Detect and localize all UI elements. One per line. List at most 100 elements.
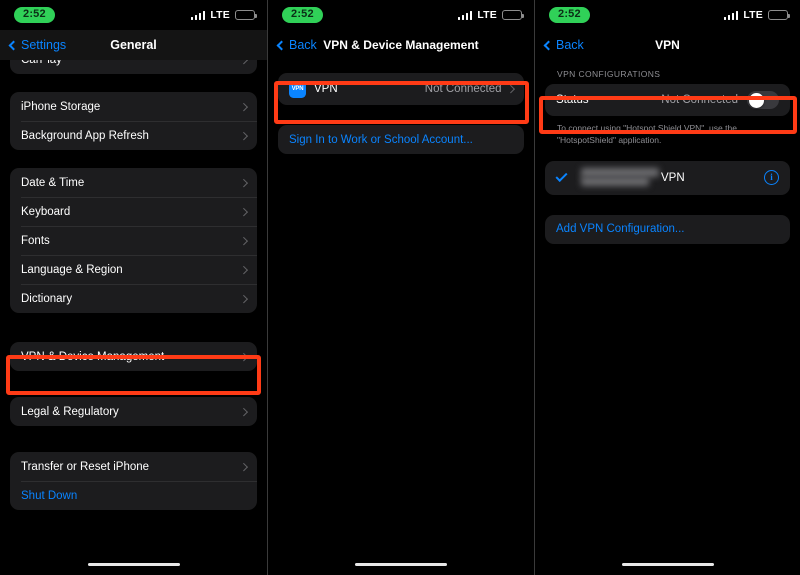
chevron-right-icon	[239, 352, 248, 361]
status-indicators: LTE	[723, 9, 790, 21]
row-status: Status Not Connected	[545, 84, 790, 116]
chevron-right-icon	[239, 178, 248, 187]
row-label: VPN	[314, 83, 338, 95]
partial-row-container: CarPlay	[10, 60, 257, 74]
redacted-config-name: VPN	[581, 167, 764, 188]
three-phone-screenshots: 2:52 LTE Settings General CarPlay	[0, 0, 800, 575]
screen-general-settings: 2:52 LTE Settings General CarPlay	[0, 0, 267, 575]
carrier-label: LTE	[743, 9, 763, 21]
status-time-pill: 2:52	[14, 7, 55, 23]
chevron-right-icon	[239, 102, 248, 111]
battery-low-power-icon	[502, 9, 524, 21]
row-vpn-configuration[interactable]: VPN i	[545, 161, 790, 195]
row-fonts[interactable]: Fonts	[10, 226, 257, 255]
chevron-right-icon	[239, 236, 248, 245]
row-language-region[interactable]: Language & Region	[10, 255, 257, 284]
battery-low-power-icon	[768, 9, 790, 21]
row-sign-in-work-school[interactable]: Sign In to Work or School Account...	[278, 125, 524, 154]
back-button-label: Settings	[21, 38, 67, 52]
row-label: Transfer or Reset iPhone	[21, 460, 150, 473]
screen-vpn: 2:52 LTE Back VPN VPN CONFIGURATIONS Sta…	[534, 0, 800, 575]
config-name-suffix: VPN	[661, 171, 685, 184]
status-time-pill: 2:52	[282, 7, 323, 23]
group-storage: iPhone Storage Background App Refresh	[10, 92, 257, 150]
row-date-time[interactable]: Date & Time	[10, 168, 257, 197]
status-bar: 2:52 LTE	[0, 0, 267, 30]
home-indicator	[355, 562, 447, 566]
status-bar: 2:52 LTE	[535, 0, 800, 30]
status-time-pill: 2:52	[549, 7, 590, 23]
row-label: VPN & Device Management	[21, 350, 165, 363]
chevron-right-icon	[239, 207, 248, 216]
toggle-knob	[748, 92, 764, 108]
row-label: Keyboard	[21, 205, 71, 218]
row-label: Language & Region	[21, 263, 123, 276]
battery-low-power-icon	[235, 9, 257, 21]
row-label: Legal & Regulatory	[21, 405, 119, 418]
group-carplay: CarPlay	[10, 60, 257, 74]
group-reset: Transfer or Reset iPhone Shut Down	[10, 452, 257, 510]
row-background-app-refresh[interactable]: Background App Refresh	[10, 121, 257, 150]
chevron-left-icon	[276, 40, 287, 50]
group-locale: Date & Time Keyboard Fonts Language & Re…	[10, 168, 257, 313]
row-dictionary[interactable]: Dictionary	[10, 284, 257, 313]
group-signin: Sign In to Work or School Account...	[278, 125, 524, 154]
chevron-right-icon	[239, 60, 248, 64]
chevron-left-icon	[8, 40, 19, 50]
row-label: Shut Down	[21, 489, 78, 502]
row-label: Date & Time	[21, 176, 85, 189]
row-label: Dictionary	[21, 292, 73, 305]
row-add-vpn-configuration[interactable]: Add VPN Configuration...	[545, 215, 790, 244]
chevron-right-icon	[239, 462, 248, 471]
redaction-block	[581, 167, 659, 177]
chevron-right-icon	[239, 407, 248, 416]
home-indicator	[87, 562, 180, 566]
cellular-bars-icon	[190, 10, 206, 20]
vpn-status-toggle[interactable]	[747, 90, 779, 110]
row-keyboard[interactable]: Keyboard	[10, 197, 257, 226]
chevron-right-icon	[239, 265, 248, 274]
info-icon[interactable]: i	[764, 170, 779, 186]
chevron-right-icon	[239, 294, 248, 303]
vpn-app-icon: VPN	[289, 80, 306, 98]
vpn-config-list: VPN CONFIGURATIONS Status Not Connected …	[535, 60, 800, 244]
navigation-bar: Settings General	[0, 30, 267, 60]
back-button[interactable]: Back	[543, 38, 584, 52]
navigation-bar: Back VPN & Device Management	[268, 30, 534, 60]
row-vpn-device-management[interactable]: VPN & Device Management	[10, 342, 257, 371]
home-indicator	[621, 562, 714, 566]
row-value: Not Connected	[661, 94, 738, 106]
navigation-bar: Back VPN	[535, 30, 800, 60]
row-legal-regulatory[interactable]: Legal & Regulatory	[10, 397, 257, 426]
row-vpn[interactable]: VPN VPN Not Connected	[278, 73, 524, 105]
row-label: Background App Refresh	[21, 129, 149, 142]
back-button-label: Back	[289, 38, 317, 52]
group-vpn: VPN VPN Not Connected	[278, 73, 524, 105]
row-transfer-reset-iphone[interactable]: Transfer or Reset iPhone	[10, 452, 257, 481]
chevron-right-icon	[506, 85, 515, 93]
cellular-bars-icon	[457, 10, 473, 20]
back-button[interactable]: Back	[276, 38, 317, 52]
group-status: Status Not Connected	[545, 84, 790, 116]
screen-vpn-device-management: 2:52 LTE Back VPN & Device Management VP…	[267, 0, 534, 575]
back-button-settings[interactable]: Settings	[8, 38, 67, 52]
group-add-configuration: Add VPN Configuration...	[545, 214, 790, 244]
group-legal: Legal & Regulatory	[10, 397, 257, 426]
back-button-label: Back	[556, 38, 584, 52]
row-label: Fonts	[21, 234, 50, 247]
section-header-vpn-configurations: VPN CONFIGURATIONS	[557, 69, 661, 79]
chevron-left-icon	[543, 40, 554, 50]
row-shut-down[interactable]: Shut Down	[10, 481, 257, 510]
row-iphone-storage[interactable]: iPhone Storage	[10, 92, 257, 121]
status-indicators: LTE	[190, 9, 257, 21]
row-value: Not Connected	[424, 83, 502, 95]
status-bar: 2:52 LTE	[268, 0, 534, 30]
row-label: CarPlay	[21, 60, 241, 66]
row-carplay[interactable]: CarPlay	[10, 60, 257, 74]
